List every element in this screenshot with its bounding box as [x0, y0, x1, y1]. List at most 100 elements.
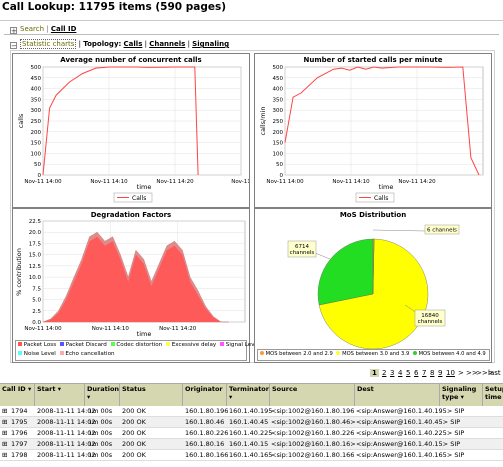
cell-call-id[interactable]: 1797	[11, 439, 28, 449]
row-expand-icon[interactable]: ⊞	[2, 406, 7, 416]
legend-label: Calls	[374, 195, 388, 202]
cell-status: 200 OK	[122, 429, 146, 437]
row-expand-icon[interactable]: ⊞	[2, 428, 7, 438]
tab-bar: Statistic charts | Topology: Calls | Cha…	[20, 39, 229, 49]
cell-call-id[interactable]: 1798	[11, 450, 28, 460]
search-label[interactable]: Search	[20, 25, 44, 33]
cell-originator: 160.1.80.166	[185, 451, 229, 459]
cell-start: 2008-11-11 14:02	[37, 429, 96, 437]
tab-statistic-charts[interactable]: Statistic charts	[20, 39, 77, 49]
y-tick-label: 400	[31, 87, 42, 93]
cell-source: <sip:1002@160.1.80.166>;ta	[271, 451, 355, 459]
x-axis-label: time	[137, 330, 152, 338]
mos-distribution-chart: MoS Distribution 6714 channels 6 channels…	[254, 208, 492, 363]
row-expand-icon[interactable]: ⊞	[2, 439, 7, 449]
cell-originator: 160.1.80.196	[185, 407, 229, 415]
y-tick-label: 200	[273, 130, 284, 136]
column-header-source[interactable]: Source	[270, 384, 355, 406]
row-expand-icon[interactable]: ⊞	[2, 450, 7, 460]
cell-status: 200 OK	[122, 407, 146, 415]
last-page-link[interactable]: last	[488, 369, 501, 377]
cell-terminator: 160.1.40.45	[229, 418, 269, 426]
column-header-duration[interactable]: Duration ▾	[85, 384, 120, 406]
tab-calls[interactable]: Calls	[124, 40, 143, 48]
column-header-status[interactable]: Status	[120, 384, 183, 406]
x-tick-label: Nov-11 14:00	[24, 179, 62, 185]
search-divider	[4, 34, 499, 35]
mos-pie-plot: 6714 channels 6 channels 16840 channels	[287, 224, 460, 350]
cell-duration: 1m 00s	[88, 418, 113, 426]
x-tick-label: Nov-11 14:20	[156, 179, 194, 185]
started-calls-chart: Number of started calls per minute 500 45…	[254, 53, 492, 208]
row-expand-icon[interactable]: ⊞	[2, 417, 7, 427]
page-link[interactable]: 8	[430, 369, 434, 377]
page-link[interactable]: 6	[414, 369, 418, 377]
search-section: Search | Call ID	[20, 25, 77, 33]
table-row[interactable]: ⊞ 1798 2008-11-11 14:02 1m 00s 200 OK 16…	[0, 450, 503, 461]
y-tick-label: 100	[31, 151, 42, 157]
cell-dest: <sip:Answer@160.1.40.195> SIP	[356, 407, 465, 415]
y-tick-label: 150	[31, 141, 42, 147]
y-tick-label: 50	[276, 162, 283, 168]
tab-channels[interactable]: Channels	[149, 40, 185, 48]
topology-label: Topology:	[83, 40, 122, 48]
column-header-signaling-type[interactable]: Signaling type ▾	[440, 384, 483, 406]
legend-item: Packet Discard	[58, 342, 107, 348]
table-body: ⊞ 1794 2008-11-11 14:02 1m 00s 200 OK 16…	[0, 406, 503, 467]
column-header-terminator[interactable]: Terminator ▾	[227, 384, 270, 406]
legend-item: Noise Level	[18, 351, 56, 357]
y-tick-label: 15.0	[29, 253, 42, 259]
table-row[interactable]: ⊞ 1794 2008-11-11 14:02 1m 00s 200 OK 16…	[0, 406, 503, 417]
cell-originator: 160.1.80.226	[185, 429, 229, 437]
x-tick-label: Nov-11 14:20	[398, 179, 436, 185]
cell-duration: 1m 00s	[88, 451, 113, 459]
x-tick-label: Nov-11 14:10	[92, 326, 130, 332]
page-link[interactable]: 4	[398, 369, 402, 377]
column-header-setup-time[interactable]: Setup time	[483, 384, 503, 406]
cell-source: <sip:1002@160.1.80.226>;ta	[271, 429, 355, 437]
page-link[interactable]: 9	[438, 369, 442, 377]
y-tick-label: 50	[34, 162, 41, 168]
page-link[interactable]: 5	[406, 369, 410, 377]
y-tick-label: 20.0	[29, 230, 42, 236]
y-tick-label: 500	[31, 65, 42, 71]
y-tick-label: 150	[273, 141, 284, 147]
call-id-link[interactable]: Call ID	[51, 25, 77, 33]
cell-terminator: 160.1.40.15	[229, 440, 269, 448]
tab-separator: |	[187, 40, 190, 48]
page-link[interactable]: 7	[422, 369, 426, 377]
page-link[interactable]: 10	[446, 369, 455, 377]
page-link[interactable]: 3	[390, 369, 394, 377]
title-divider	[0, 20, 503, 21]
y-tick-label: 12.5	[29, 264, 42, 270]
legend-item: MOS between 2.0 and 2.9	[258, 351, 333, 357]
tab-separator: |	[78, 40, 82, 48]
cell-call-id[interactable]: 1796	[11, 428, 28, 438]
page-link[interactable]: 2	[382, 369, 386, 377]
charts-collapse-icon[interactable]: −	[10, 42, 17, 50]
column-header-call-id[interactable]: Call ID ▾	[0, 384, 35, 406]
column-header-dest[interactable]: Dest	[355, 384, 440, 406]
cell-source: <sip:1002@160.1.80.196>;ta	[271, 407, 355, 415]
cell-terminator: 160.1.40.195	[229, 407, 273, 415]
y-axis-label: calls	[17, 113, 25, 128]
cell-start: 2008-11-11 14:02	[37, 407, 96, 415]
next-page-link[interactable]: >	[458, 369, 464, 377]
legend-item: Echo cancellation	[58, 351, 115, 357]
table-row[interactable]: ⊞ 1795 2008-11-11 14:02 1m 00s 200 OK 16…	[0, 417, 503, 428]
cell-duration: 1m 00s	[88, 429, 113, 437]
table-row[interactable]: ⊞ 1796 2008-11-11 14:02 1m 00s 200 OK 16…	[0, 428, 503, 439]
cell-call-id[interactable]: 1794	[11, 406, 28, 416]
legend-item: MOS between 3.0 and 3.9	[334, 351, 409, 357]
cell-call-id[interactable]: 1795	[11, 417, 28, 427]
y-tick-label: 350	[273, 97, 284, 103]
table-row[interactable]: ⊞ 1797 2008-11-11 14:02 1m 00s 200 OK 16…	[0, 439, 503, 450]
tab-signaling[interactable]: Signaling	[192, 40, 229, 48]
column-header-start[interactable]: Start ▾	[35, 384, 85, 406]
search-expand-icon[interactable]: +	[10, 27, 17, 35]
x-tick-label: Nov-11 14:20	[159, 326, 197, 332]
cell-source: <sip:1002@160.1.80.16>;tag	[271, 440, 355, 448]
column-header-originator[interactable]: Originator	[183, 384, 227, 406]
legend-item: Packet Loss	[18, 342, 56, 348]
y-tick-label: 22.5	[29, 219, 42, 225]
